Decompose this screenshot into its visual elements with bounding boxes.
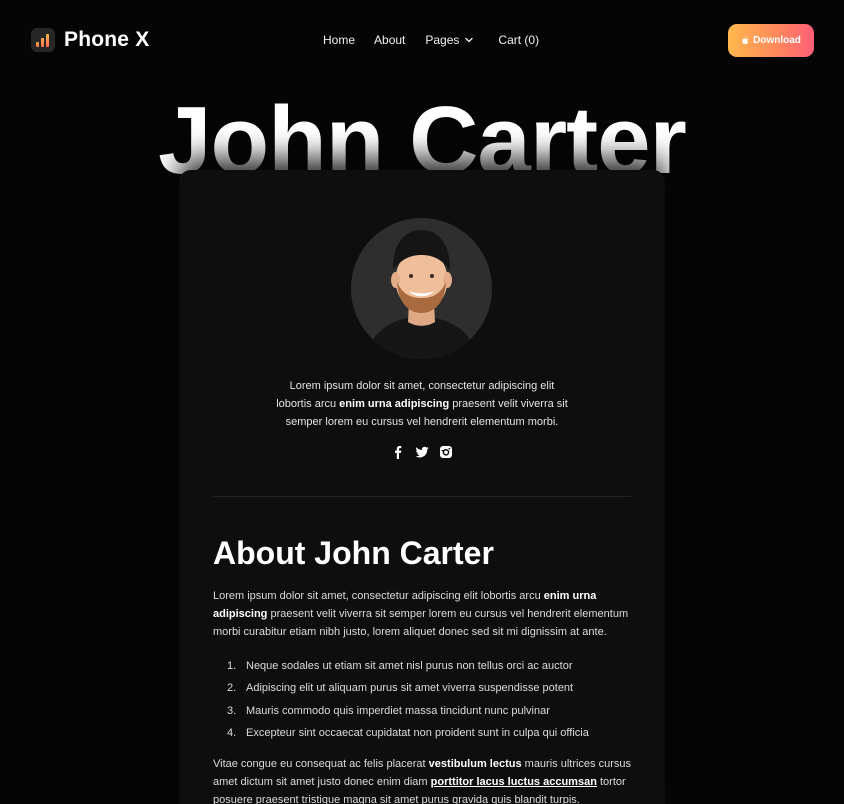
about-highlight-2: vestibulum lectus: [428, 758, 522, 770]
download-button[interactable]: Download: [728, 24, 814, 57]
profile-photo: [351, 218, 492, 359]
about-paragraph-2: Vitae congue eu consequat ac felis place…: [213, 758, 632, 804]
profile-intro: Lorem ipsum dolor sit amet, consectetur …: [276, 380, 568, 428]
facebook-icon[interactable]: [391, 445, 405, 459]
brand-logo[interactable]: Phone X: [31, 26, 149, 54]
profile-card: Lorem ipsum dolor sit amet, consectetur …: [179, 170, 665, 804]
nav-cart[interactable]: Cart (0): [498, 33, 539, 47]
about-title: About John Carter: [213, 535, 494, 571]
about-list: 1. Neque sodales ut etiam sit amet nisl p…: [227, 655, 627, 744]
list-item: 1. Neque sodales ut etiam sit amet nisl p…: [227, 660, 573, 673]
bar-chart-icon: [31, 28, 55, 52]
chevron-down-icon: [465, 37, 474, 43]
inline-link[interactable]: porttitor lacus luctus accumsan: [431, 776, 597, 788]
avatar: [351, 218, 492, 359]
social-links: [391, 444, 453, 460]
about-paragraph: Lorem ipsum dolor sit amet, consectetur …: [213, 590, 629, 638]
list-item: 2. Adipiscing elit ut aliquam purus sit a…: [227, 682, 574, 695]
instagram-icon[interactable]: [439, 445, 453, 459]
site-header: Phone X Home About Pages Cart (0) Downlo…: [0, 0, 844, 80]
intro-highlight: enim urna adipiscing: [339, 398, 450, 410]
nav-pages-dropdown[interactable]: Pages: [425, 33, 474, 47]
list-item: 3. Mauris commodo quis imperdiet massa ti…: [227, 704, 550, 717]
nav-home[interactable]: Home: [323, 33, 355, 47]
divider: [213, 496, 631, 497]
nav-about[interactable]: About: [374, 33, 405, 47]
nav-pages-label: Pages: [425, 33, 460, 47]
twitter-icon[interactable]: [415, 445, 429, 459]
main-nav: Home About Pages Cart (0): [323, 31, 539, 49]
list-item: 4. Excepteur sint occaecat cupidatat non …: [227, 727, 589, 740]
download-label: Download: [753, 35, 801, 46]
apple-icon: [742, 36, 749, 45]
brand-name: Phone X: [64, 28, 150, 51]
